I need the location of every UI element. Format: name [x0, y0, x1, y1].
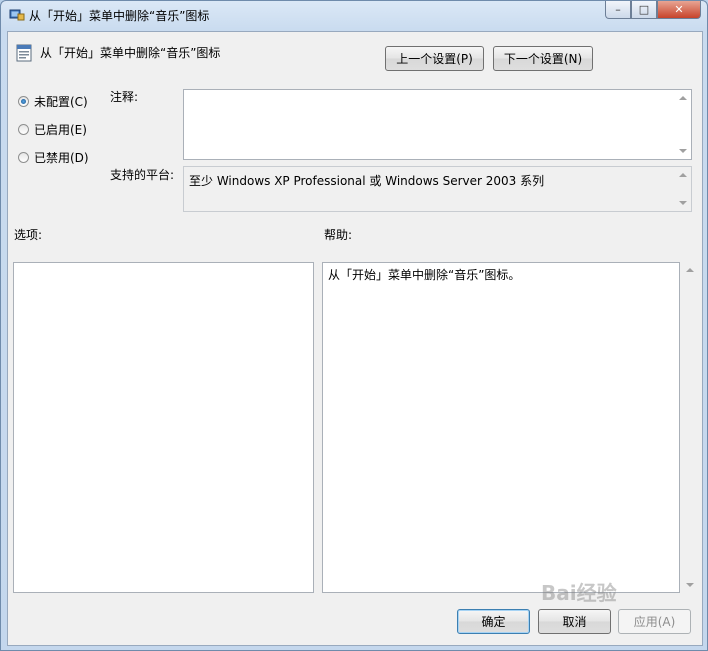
policy-setting-icon	[16, 44, 32, 62]
scroll-up-arrow-icon[interactable]	[679, 173, 687, 177]
next-setting-button[interactable]: 下一个设置(N)	[493, 46, 593, 71]
radio-label: 未配置(C)	[34, 95, 88, 109]
title-bar[interactable]: 从「开始」菜单中删除“音乐”图标 – □ ✕	[1, 1, 707, 27]
comment-label: 注释:	[110, 90, 139, 104]
policy-title: 从「开始」菜单中删除“音乐”图标	[40, 46, 221, 60]
options-panel	[13, 262, 314, 593]
radio-enabled[interactable]: 已启用(E)	[18, 121, 87, 138]
previous-setting-button[interactable]: 上一个设置(P)	[385, 46, 484, 71]
close-button[interactable]: ✕	[657, 1, 701, 19]
group-policy-icon	[9, 9, 25, 21]
scroll-down-arrow-icon[interactable]	[679, 201, 687, 205]
help-scrollbar[interactable]	[682, 262, 698, 593]
watermark: Bai经验	[541, 581, 617, 605]
dialog-client-area: 从「开始」菜单中删除“音乐”图标 上一个设置(P) 下一个设置(N) 未配置(C…	[7, 31, 703, 646]
scroll-up-arrow-icon[interactable]	[679, 96, 687, 100]
platform-field: 至少 Windows XP Professional 或 Windows Ser…	[183, 166, 692, 212]
radio-label: 已启用(E)	[34, 123, 87, 137]
caption-buttons: – □ ✕	[605, 1, 701, 20]
comment-textarea[interactable]	[183, 89, 692, 160]
scroll-down-arrow-icon[interactable]	[679, 149, 687, 153]
radio-button[interactable]	[18, 152, 29, 163]
radio-disabled[interactable]: 已禁用(D)	[18, 149, 89, 166]
scroll-up-arrow-icon[interactable]	[686, 268, 694, 272]
platform-text: 至少 Windows XP Professional 或 Windows Ser…	[189, 174, 545, 188]
cancel-button[interactable]: 取消	[538, 609, 611, 634]
comment-scrollbar[interactable]	[675, 90, 691, 159]
help-panel: 从「开始」菜单中删除“音乐”图标。	[322, 262, 680, 593]
options-label: 选项:	[14, 228, 43, 242]
radio-button-checked[interactable]	[18, 96, 29, 107]
help-label: 帮助:	[324, 228, 353, 242]
platform-scrollbar[interactable]	[675, 167, 691, 211]
scroll-down-arrow-icon[interactable]	[686, 583, 694, 587]
dialog-window: 从「开始」菜单中删除“音乐”图标 – □ ✕ 从「开始」菜单中删除“音乐”图标 …	[0, 0, 708, 651]
platform-label: 支持的平台:	[110, 168, 175, 182]
window-title: 从「开始」菜单中删除“音乐”图标	[29, 9, 210, 23]
radio-not-configured[interactable]: 未配置(C)	[18, 93, 88, 110]
ok-button[interactable]: 确定	[457, 609, 530, 634]
radio-button[interactable]	[18, 124, 29, 135]
apply-button[interactable]: 应用(A)	[618, 609, 691, 634]
maximize-button[interactable]: □	[631, 1, 657, 19]
radio-label: 已禁用(D)	[34, 151, 89, 165]
minimize-button[interactable]: –	[605, 1, 631, 19]
help-text: 从「开始」菜单中删除“音乐”图标。	[328, 268, 521, 282]
